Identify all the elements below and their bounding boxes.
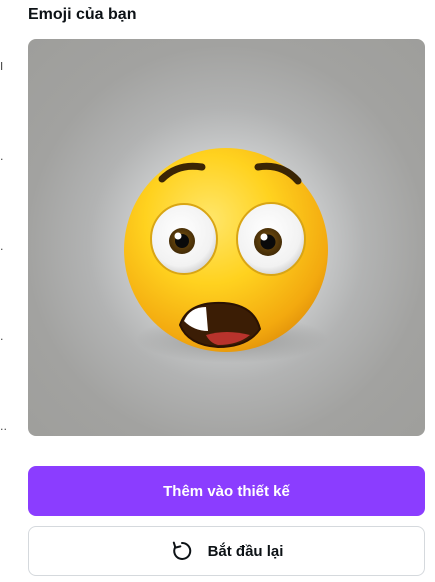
panel-title: Emoji của bạn	[28, 6, 137, 23]
start-over-label: Bắt đầu lại	[207, 542, 284, 560]
emoji-preview	[28, 39, 425, 436]
left-strip-glyph: .	[0, 240, 4, 253]
left-strip-glyph: .	[0, 150, 4, 163]
left-strip-glyph: ..	[0, 420, 7, 433]
anxious-face-emoji-icon	[124, 148, 328, 363]
start-over-button[interactable]: Bắt đầu lại	[28, 526, 425, 576]
left-panel-edge: I . . . ..	[0, 0, 10, 582]
left-strip-glyph: I	[0, 60, 4, 73]
refresh-icon	[170, 539, 194, 563]
emoji-result-panel: I . . . .. Emoji của bạn Thêm vào thiết …	[0, 0, 435, 582]
add-to-design-button[interactable]: Thêm vào thiết kế	[28, 466, 425, 516]
left-strip-glyph: .	[0, 330, 4, 343]
add-to-design-label: Thêm vào thiết kế	[163, 482, 290, 500]
